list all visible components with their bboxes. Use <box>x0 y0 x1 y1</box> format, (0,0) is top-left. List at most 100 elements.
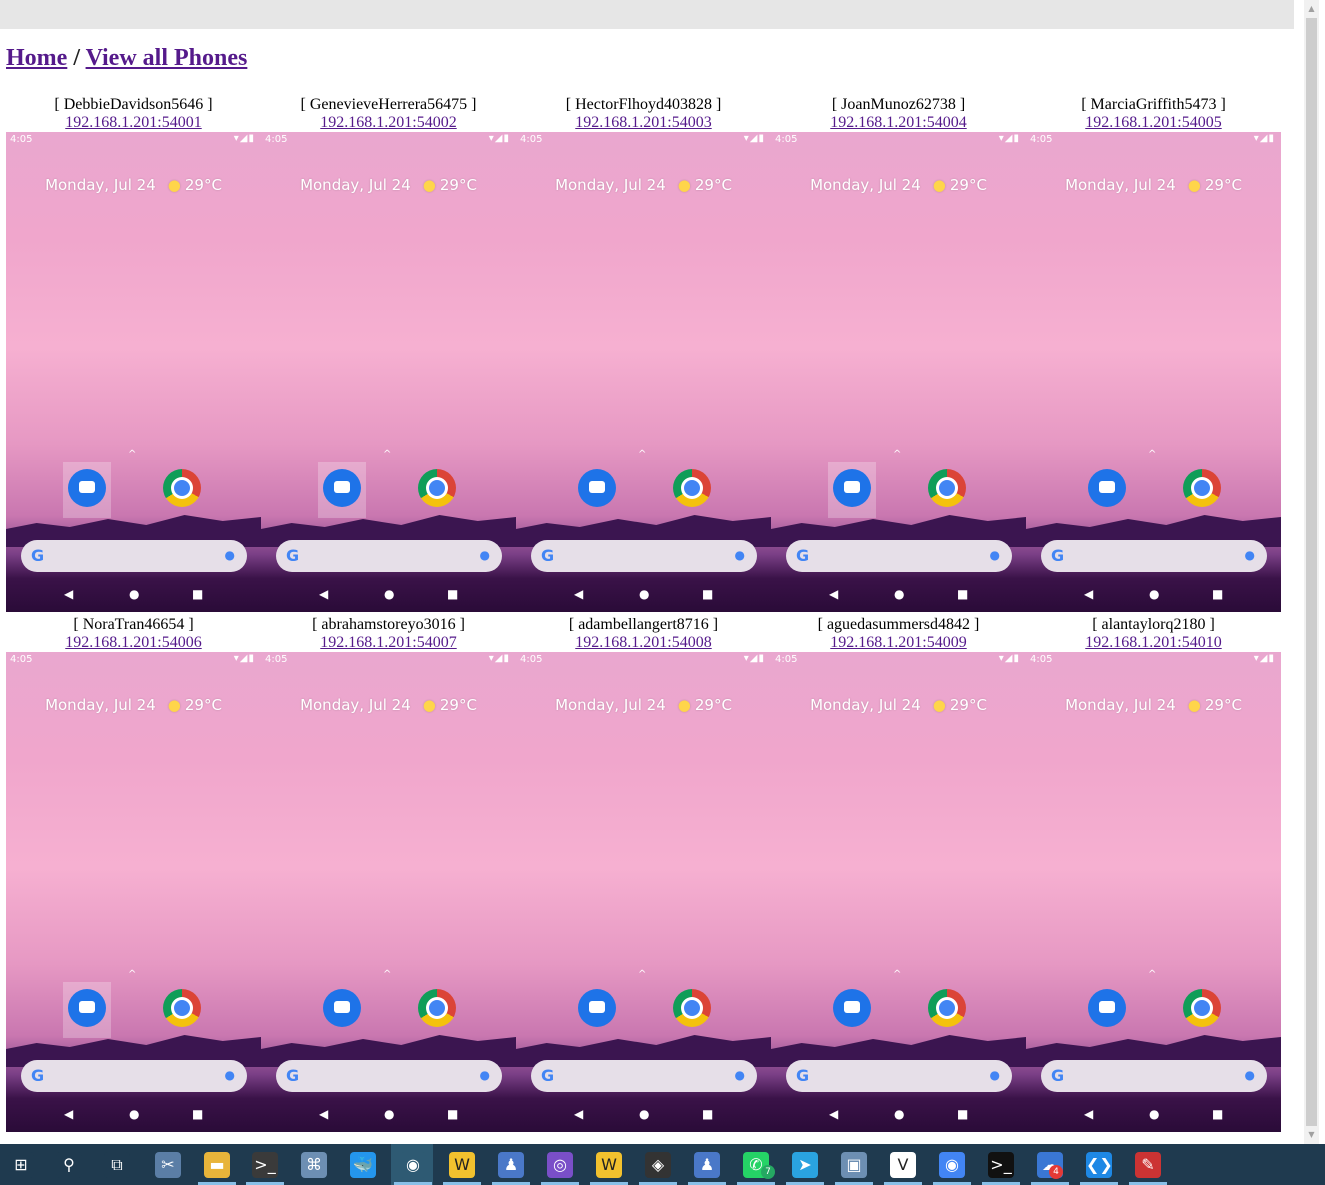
google-search-bar[interactable]: G ● <box>531 1060 757 1092</box>
app-drawer-caret-icon[interactable]: ^ <box>1148 449 1156 460</box>
app-drawer-caret-icon[interactable]: ^ <box>383 449 391 460</box>
assistant-icon[interactable]: ● <box>480 548 490 562</box>
app-drawer-caret-icon[interactable]: ^ <box>128 449 136 460</box>
google-search-bar[interactable]: G ● <box>786 1060 1012 1092</box>
chrome2-icon[interactable]: ◉ <box>939 1152 965 1178</box>
google-search-bar[interactable]: G ● <box>276 540 502 572</box>
back-icon[interactable]: ◀ <box>574 1107 583 1121</box>
scroll-down-arrow-icon[interactable]: ▼ <box>1304 1128 1319 1142</box>
back-icon[interactable]: ◀ <box>829 1107 838 1121</box>
home-icon[interactable]: ● <box>639 1107 649 1121</box>
back-icon[interactable]: ◀ <box>319 1107 328 1121</box>
chrome-app-icon[interactable] <box>418 469 456 507</box>
google-search-bar[interactable]: G ● <box>276 1060 502 1092</box>
date-weather-widget[interactable]: Monday, Jul 24 ● 29°C <box>516 176 771 194</box>
vex-icon[interactable]: V <box>890 1152 916 1178</box>
recents-icon[interactable]: ■ <box>702 587 713 601</box>
recents-icon[interactable]: ■ <box>1212 587 1223 601</box>
recents-icon[interactable]: ■ <box>957 1107 968 1121</box>
file-explorer-icon[interactable]: ▬ <box>204 1152 230 1178</box>
assistant-icon[interactable]: ● <box>735 1068 745 1082</box>
google-search-bar[interactable]: G ● <box>531 540 757 572</box>
google-search-bar[interactable]: G ● <box>21 1060 247 1092</box>
messages-app-icon[interactable] <box>323 989 361 1027</box>
docker-icon[interactable]: 🐳 <box>350 1152 376 1178</box>
app-drawer-caret-icon[interactable]: ^ <box>128 969 136 980</box>
phone-address-link[interactable]: 192.168.1.201:54001 <box>6 114 261 132</box>
terminal-icon[interactable]: >_ <box>252 1152 278 1178</box>
chrome-app-icon[interactable] <box>163 989 201 1027</box>
date-weather-widget[interactable]: Monday, Jul 24 ● 29°C <box>261 696 516 714</box>
recents-icon[interactable]: ■ <box>192 1107 203 1121</box>
chrome-app-icon[interactable] <box>1183 469 1221 507</box>
recents-icon[interactable]: ■ <box>1212 1107 1223 1121</box>
github-icon[interactable]: ◎ <box>547 1152 573 1178</box>
home-icon[interactable]: ● <box>384 1107 394 1121</box>
messages-app-icon[interactable] <box>833 989 871 1027</box>
recents-icon[interactable]: ■ <box>702 1107 713 1121</box>
assistant-icon[interactable]: ● <box>735 548 745 562</box>
back-icon[interactable]: ◀ <box>1084 587 1093 601</box>
view-all-phones-link[interactable]: View all Phones <box>86 45 248 71</box>
robot-icon[interactable]: ♟ <box>498 1152 524 1178</box>
home-icon[interactable]: ● <box>894 587 904 601</box>
phone-screen[interactable]: 4:05 ▾◢▮ Monday, Jul 24 ● 29°C ^ G ● ◀ ● ■ <box>771 652 1026 1132</box>
scroll-up-arrow-icon[interactable]: ▲ <box>1304 2 1319 16</box>
assistant-icon[interactable]: ● <box>990 1068 1000 1082</box>
home-icon[interactable]: ● <box>129 587 139 601</box>
phone-screen[interactable]: 4:05 ▾◢▮ Monday, Jul 24 ● 29°C ^ G ● ◀ ● ■ <box>771 132 1026 612</box>
back-icon[interactable]: ◀ <box>319 587 328 601</box>
google-search-bar[interactable]: G ● <box>21 540 247 572</box>
back-icon[interactable]: ◀ <box>64 587 73 601</box>
home-icon[interactable]: ● <box>639 587 649 601</box>
davinci-icon[interactable]: ◈ <box>645 1152 671 1178</box>
phone-address-link[interactable]: 192.168.1.201:54007 <box>261 634 516 652</box>
back-icon[interactable]: ◀ <box>1084 1107 1093 1121</box>
assistant-icon[interactable]: ● <box>225 548 235 562</box>
phone-address-link[interactable]: 192.168.1.201:54008 <box>516 634 771 652</box>
phone-screen[interactable]: 4:05 ▾◢▮ Monday, Jul 24 ● 29°C ^ G ● ◀ ● ■ <box>516 132 771 612</box>
phone-address-link[interactable]: 192.168.1.201:54004 <box>771 114 1026 132</box>
back-icon[interactable]: ◀ <box>574 587 583 601</box>
assistant-icon[interactable]: ● <box>1245 548 1255 562</box>
date-weather-widget[interactable]: Monday, Jul 24 ● 29°C <box>6 696 261 714</box>
messages-app-icon[interactable] <box>68 989 106 1027</box>
phone-screen[interactable]: 4:05 ▾◢▮ Monday, Jul 24 ● 29°C ^ G ● ◀ ● ■ <box>1026 132 1281 612</box>
phone-address-link[interactable]: 192.168.1.201:54002 <box>261 114 516 132</box>
app-drawer-caret-icon[interactable]: ^ <box>893 969 901 980</box>
app-drawer-caret-icon[interactable]: ^ <box>1148 969 1156 980</box>
messages-app-icon[interactable] <box>1088 469 1126 507</box>
date-weather-widget[interactable]: Monday, Jul 24 ● 29°C <box>771 696 1026 714</box>
assistant-icon[interactable]: ● <box>480 1068 490 1082</box>
phone-screen[interactable]: 4:05 ▾◢▮ Monday, Jul 24 ● 29°C ^ G ● ◀ ● ■ <box>516 652 771 1132</box>
telegram-icon[interactable]: ➤ <box>792 1152 818 1178</box>
chrome-app-icon[interactable] <box>928 989 966 1027</box>
snipping-icon[interactable]: ✂ <box>155 1152 181 1178</box>
date-weather-widget[interactable]: Monday, Jul 24 ● 29°C <box>516 696 771 714</box>
messages-app-icon[interactable] <box>68 469 106 507</box>
recents-icon[interactable]: ■ <box>957 587 968 601</box>
phone-address-link[interactable]: 192.168.1.201:54006 <box>6 634 261 652</box>
app-drawer-caret-icon[interactable]: ^ <box>893 449 901 460</box>
messages-app-icon[interactable] <box>833 469 871 507</box>
chrome-icon[interactable]: ◉ <box>400 1152 426 1178</box>
phone-screen[interactable]: 4:05 ▾◢▮ Monday, Jul 24 ● 29°C ^ G ● ◀ ● ■ <box>261 132 516 612</box>
home-icon[interactable]: ● <box>894 1107 904 1121</box>
date-weather-widget[interactable]: Monday, Jul 24 ● 29°C <box>1026 176 1281 194</box>
home-icon[interactable]: ● <box>129 1107 139 1121</box>
home-icon[interactable]: ● <box>1149 1107 1159 1121</box>
assistant-icon[interactable]: ● <box>1245 1068 1255 1082</box>
photo-icon[interactable]: ▣ <box>841 1152 867 1178</box>
recents-icon[interactable]: ■ <box>192 587 203 601</box>
date-weather-widget[interactable]: Monday, Jul 24 ● 29°C <box>6 176 261 194</box>
home-link[interactable]: Home <box>6 45 67 71</box>
scrollbar-thumb[interactable] <box>1306 18 1317 1126</box>
home-icon[interactable]: ● <box>384 587 394 601</box>
phone-address-link[interactable]: 192.168.1.201:54010 <box>1026 634 1281 652</box>
app-drawer-caret-icon[interactable]: ^ <box>383 969 391 980</box>
google-search-bar[interactable]: G ● <box>1041 1060 1267 1092</box>
chrome-app-icon[interactable] <box>673 989 711 1027</box>
app-w2-icon[interactable]: W <box>596 1152 622 1178</box>
chrome-app-icon[interactable] <box>928 469 966 507</box>
assistant-icon[interactable]: ● <box>225 1068 235 1082</box>
